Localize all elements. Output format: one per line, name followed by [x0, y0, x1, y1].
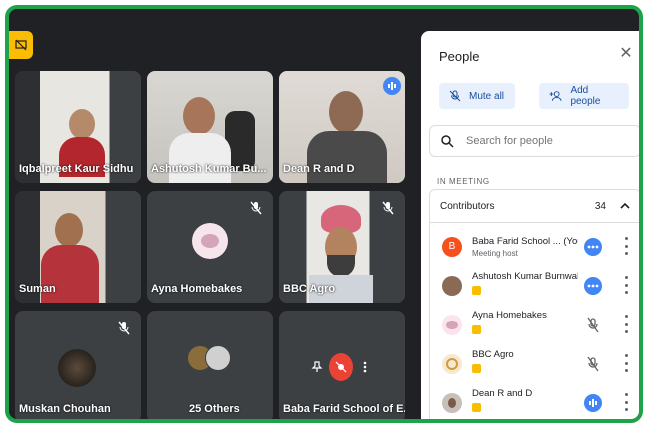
speaking-dots-icon — [584, 238, 602, 256]
participant-name: Baba Farid School ... (You) — [472, 235, 578, 247]
participant-tile-speaking[interactable]: Dean R and D — [279, 71, 405, 183]
mic-off-icon — [382, 201, 394, 215]
search-input[interactable] — [464, 134, 618, 148]
participant-row[interactable]: Dean R and D — [430, 383, 639, 419]
participant-tile[interactable]: Muskan Chouhan — [15, 311, 141, 419]
panel-title: People — [439, 49, 480, 64]
participant-row[interactable]: Ayna Homebakes — [430, 305, 639, 344]
speaking-indicator-icon — [383, 77, 401, 95]
tag-icon — [472, 325, 481, 334]
search-box[interactable] — [429, 125, 639, 157]
contributors-group: Contributors 34 B Baba Farid School ... … — [429, 189, 639, 419]
mute-all-button[interactable]: Mute all — [439, 83, 515, 109]
add-people-button[interactable]: Add people — [539, 83, 629, 109]
avatar — [205, 345, 231, 371]
participant-row[interactable]: BBC Agro — [430, 344, 639, 383]
mic-off-icon — [449, 90, 461, 102]
tag-icon — [472, 403, 481, 412]
more-options-icon[interactable] — [624, 276, 628, 294]
avatar — [58, 349, 96, 387]
meet-window: Iqbalpreet Kaur Sidhu Ashutosh Kumar Bu.… — [5, 5, 643, 423]
more-options-icon[interactable] — [624, 237, 628, 255]
participant-name: 25 Others — [189, 403, 240, 415]
avatar — [442, 314, 462, 335]
tag-icon — [472, 364, 481, 373]
participant-name: Ashutosh Kumar Bu... — [151, 163, 267, 175]
participant-row[interactable]: Ashutosh Kumar Burnwal — [430, 266, 639, 305]
more-options-icon[interactable] — [353, 353, 377, 381]
more-options-icon[interactable] — [624, 393, 628, 411]
screen-share-icon[interactable] — [9, 31, 33, 59]
avatar — [442, 392, 462, 413]
pin-icon[interactable] — [305, 353, 329, 381]
participant-name: Baba Farid School of E... — [283, 403, 405, 415]
more-options-icon[interactable] — [624, 354, 628, 372]
mic-off-icon — [587, 356, 599, 372]
participant-name: BBC Agro — [283, 283, 336, 295]
contributors-header[interactable]: Contributors 34 — [430, 190, 639, 223]
participant-name: Ashutosh Kumar Burnwal — [472, 271, 578, 282]
tag-icon — [472, 286, 481, 295]
speaking-dots-icon — [584, 277, 602, 295]
participant-name: Suman — [19, 283, 56, 295]
participant-tile[interactable]: BBC Agro — [279, 191, 405, 303]
participant-name: Ayna Homebakes — [472, 310, 547, 321]
participant-name: BBC Agro — [472, 349, 514, 360]
participant-name: Iqbalpreet Kaur Sidhu — [19, 163, 134, 175]
participant-tile[interactable]: Ashutosh Kumar Bu... — [147, 71, 273, 183]
participant-name: Ayna Homebakes — [151, 283, 243, 295]
video-grid: Iqbalpreet Kaur Sidhu Ashutosh Kumar Bu.… — [9, 9, 419, 419]
close-icon[interactable]: ✕ — [617, 45, 635, 63]
chevron-up-icon[interactable] — [620, 203, 630, 209]
search-icon — [441, 135, 454, 148]
people-panel: People ✕ Mute all Add people IN MEETING … — [421, 31, 639, 419]
add-people-label: Add people — [570, 85, 601, 107]
participant-name: Dean R and D — [283, 163, 355, 175]
add-person-icon — [549, 91, 562, 101]
participant-name: Dean R and D — [472, 388, 533, 399]
avatar — [192, 223, 228, 259]
section-label: IN MEETING — [437, 177, 490, 186]
remove-participant-icon[interactable] — [329, 353, 353, 381]
mute-all-label: Mute all — [469, 90, 505, 102]
participant-tile-others[interactable]: 25 Others — [147, 311, 273, 419]
avatar — [442, 275, 462, 296]
participant-role: Meeting host — [472, 248, 518, 258]
participant-row[interactable]: B Baba Farid School ... (You) Meeting ho… — [430, 227, 639, 266]
group-label: Contributors — [440, 200, 495, 212]
avatar: B — [442, 236, 462, 257]
mic-off-icon — [587, 317, 599, 333]
participant-tile[interactable]: Iqbalpreet Kaur Sidhu — [15, 71, 141, 183]
tile-hover-controls — [299, 351, 383, 383]
more-options-icon[interactable] — [624, 315, 628, 333]
avatar — [442, 353, 462, 374]
participant-name: Muskan Chouhan — [19, 403, 111, 415]
participant-tile[interactable]: Baba Farid School of E... — [279, 311, 405, 419]
mic-off-icon — [250, 201, 262, 215]
participant-tile[interactable]: Ayna Homebakes — [147, 191, 273, 303]
mic-off-icon — [118, 321, 130, 335]
group-count: 34 — [594, 200, 606, 212]
participant-tile[interactable]: Suman — [15, 191, 141, 303]
speaking-indicator-icon — [584, 394, 602, 412]
